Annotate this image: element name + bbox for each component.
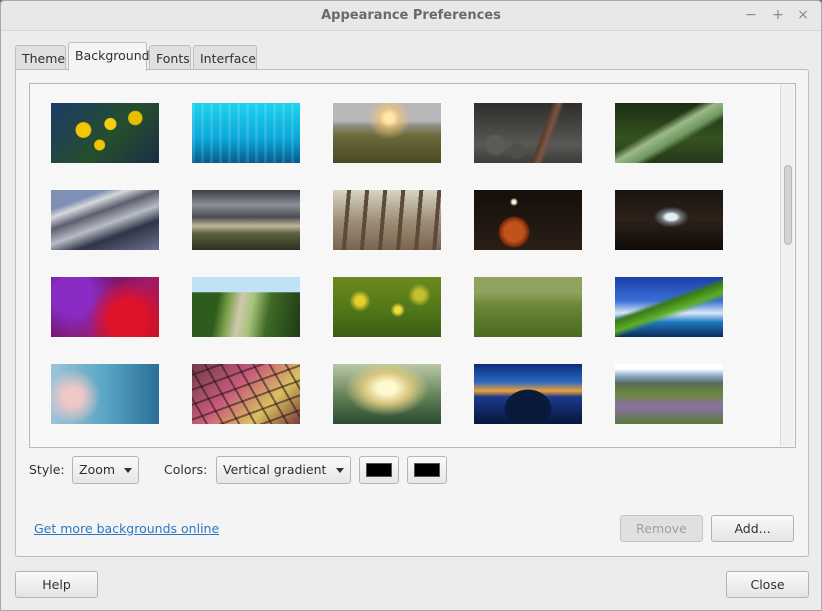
colors-label: Colors: — [164, 462, 208, 477]
primary-color-swatch — [366, 463, 392, 477]
wallpaper-thumbnail-warm-light[interactable] — [333, 364, 441, 424]
wallpaper-thumbnail-fence-grass[interactable] — [333, 190, 441, 250]
minimize-button[interactable]: − — [741, 6, 761, 24]
tab-theme[interactable]: Theme — [15, 45, 66, 71]
wallpaper-thumbnail-sunset-grass[interactable] — [333, 103, 441, 163]
style-value: Zoom — [79, 462, 116, 477]
primary-color-button[interactable] — [359, 456, 399, 484]
wallpaper-thumbnail-daffodils[interactable] — [51, 103, 159, 163]
wallpaper-thumbnail-lake-dusk[interactable] — [474, 364, 582, 424]
add-button[interactable]: Add... — [711, 515, 794, 542]
style-dropdown[interactable]: Zoom — [72, 456, 139, 484]
wallpaper-thumbnail-hallway[interactable] — [615, 190, 723, 250]
colors-value: Vertical gradient — [223, 462, 327, 477]
colors-dropdown[interactable]: Vertical gradient — [216, 456, 351, 484]
wallpaper-thumbnail-blurred-meadow[interactable] — [333, 277, 441, 337]
wallpaper-thumbnail-coastal-cliff[interactable] — [615, 277, 723, 337]
wallpaper-thumbnail-purple-red[interactable] — [51, 277, 159, 337]
window-title: Appearance Preferences — [321, 8, 501, 23]
secondary-color-button[interactable] — [407, 456, 447, 484]
gallery-scrollbar[interactable] — [780, 85, 794, 446]
chevron-down-icon — [336, 468, 344, 473]
help-button[interactable]: Help — [15, 571, 98, 598]
wallpaper-thumbnail-leaf-dew[interactable] — [615, 103, 723, 163]
appearance-preferences-window: Appearance Preferences − + × Theme Backg… — [0, 0, 822, 611]
chevron-down-icon — [124, 468, 132, 473]
wallpaper-thumbnail-green-field[interactable] — [474, 277, 582, 337]
close-button[interactable]: Close — [726, 571, 809, 598]
close-window-button[interactable]: × — [793, 6, 813, 24]
wallpaper-thumbnail-glass-facade[interactable] — [192, 364, 300, 424]
style-label: Style: — [29, 462, 65, 477]
wallpaper-thumbnail-mountain-valley[interactable] — [615, 364, 723, 424]
scrollbar-thumb[interactable] — [784, 165, 792, 245]
tab-background[interactable]: Background — [68, 42, 150, 71]
title-bar: Appearance Preferences − + × — [1, 1, 821, 31]
remove-button[interactable]: Remove — [620, 515, 703, 542]
wallpaper-thumbnail-pebbles-leaf[interactable] — [474, 103, 582, 163]
wallpaper-thumbnail-architecture[interactable] — [51, 190, 159, 250]
tab-interface[interactable]: Interface — [193, 45, 257, 71]
wallpaper-thumbnail-garden-path[interactable] — [192, 277, 300, 337]
wallpaper-thumbnail-candle-apple[interactable] — [474, 190, 582, 250]
wallpaper-thumbnail-blue-bokeh[interactable] — [51, 364, 159, 424]
tab-fonts[interactable]: Fonts — [149, 45, 191, 71]
wallpaper-thumbnail-cyan-streaks[interactable] — [192, 103, 300, 163]
more-backgrounds-link[interactable]: Get more backgrounds online — [34, 521, 219, 536]
wallpaper-thumbnail-cloudy-mountains[interactable] — [192, 190, 300, 250]
maximize-button[interactable]: + — [768, 6, 788, 24]
secondary-color-swatch — [414, 463, 440, 477]
